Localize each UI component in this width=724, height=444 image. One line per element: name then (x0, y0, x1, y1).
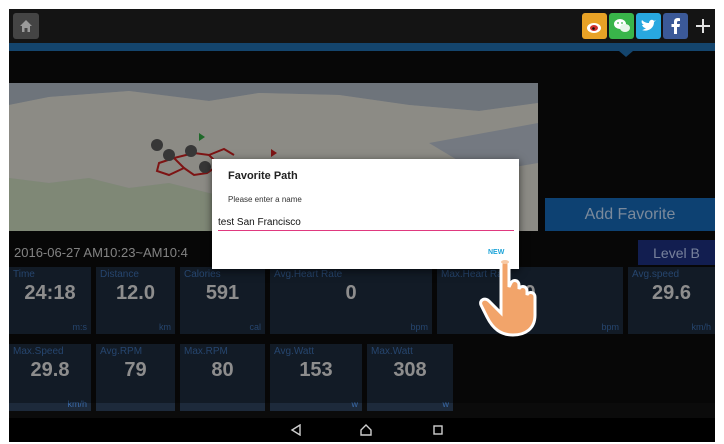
tap-hand-icon (479, 259, 537, 337)
new-button[interactable]: NEW (488, 249, 504, 256)
add-share-button[interactable] (690, 13, 715, 39)
app-screen: Add Favorite Level B 2016-06-27 AM10:23~… (9, 9, 715, 442)
favorite-path-dialog: Favorite Path Please enter a name NEW (212, 159, 519, 269)
wechat-icon (613, 19, 630, 32)
twitter-icon (641, 19, 656, 31)
nav-recents-button[interactable] (430, 422, 446, 438)
home-button[interactable] (13, 13, 39, 39)
system-nav-bar (9, 418, 715, 442)
recents-icon (433, 425, 443, 435)
favorite-name-input[interactable] (218, 214, 514, 231)
nav-back-button[interactable] (288, 422, 304, 438)
weibo-button[interactable] (582, 13, 607, 39)
back-icon (290, 424, 301, 436)
weibo-icon (586, 23, 601, 33)
dialog-prompt: Please enter a name (228, 195, 302, 204)
top-bar (9, 9, 715, 43)
nav-home-button[interactable] (358, 422, 374, 438)
dialog-title: Favorite Path (228, 170, 298, 182)
twitter-button[interactable] (636, 13, 661, 39)
facebook-icon (671, 18, 680, 34)
wechat-button[interactable] (609, 13, 634, 39)
home-icon (20, 20, 32, 32)
plus-icon (695, 19, 710, 33)
home-circle-icon (360, 424, 372, 436)
facebook-button[interactable] (663, 13, 688, 39)
